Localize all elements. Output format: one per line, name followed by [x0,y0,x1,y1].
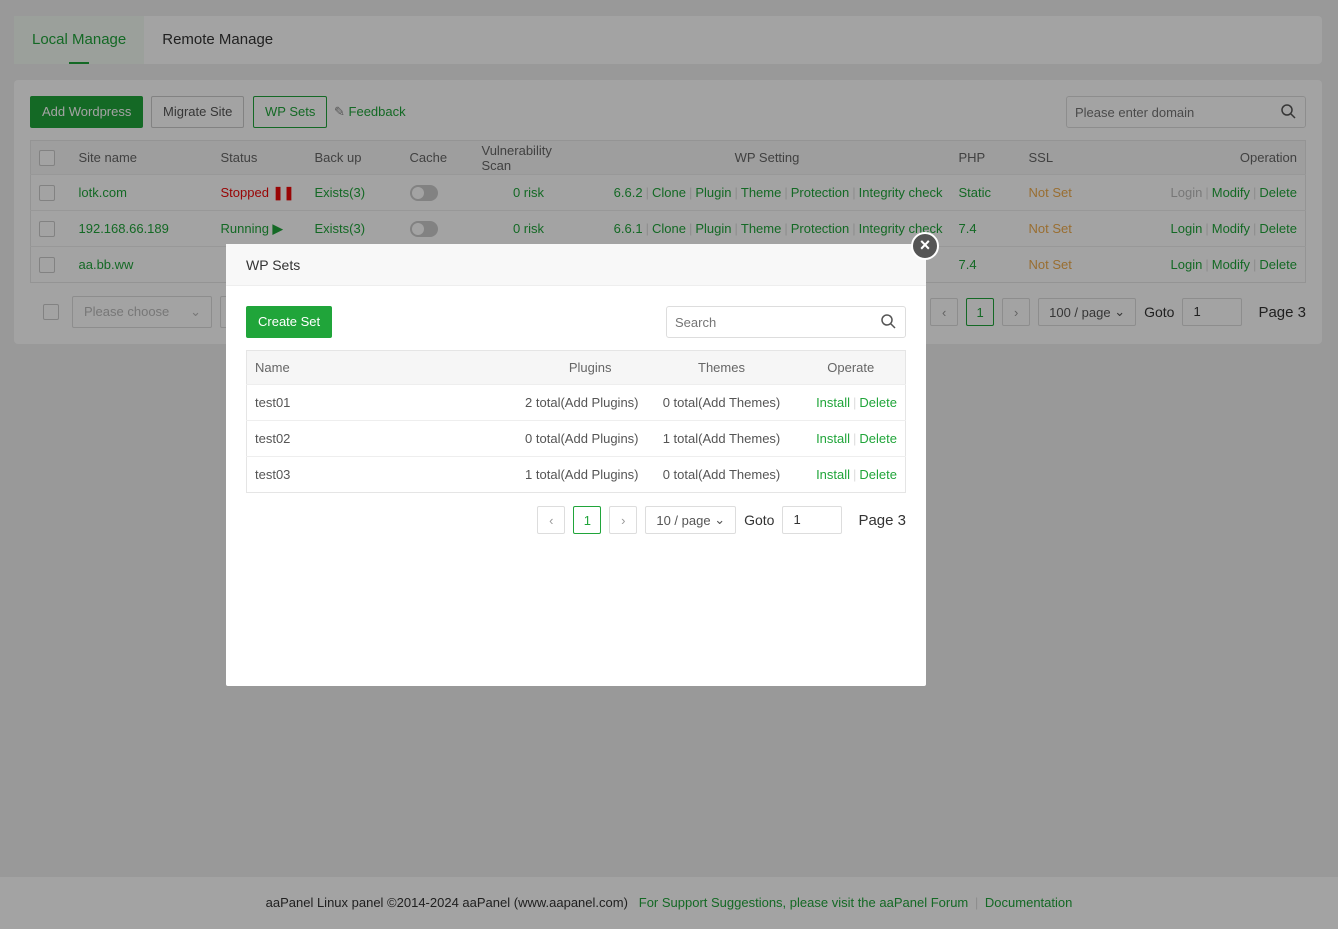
plugins-link[interactable]: 2 total(Add Plugins) [506,384,647,421]
delete-link[interactable]: Delete [859,431,897,446]
set-name: test02 [246,420,507,457]
set-search[interactable] [666,306,906,338]
sets-table: Name Plugins Themes Operate test01 2 tot… [246,350,906,493]
plugins-link[interactable]: 0 total(Add Plugins) [506,420,647,457]
goto-input[interactable]: 1 [782,506,843,534]
install-link[interactable]: Install [816,467,850,482]
col-themes: Themes [646,350,797,385]
set-name: test01 [246,384,507,421]
wp-sets-dialog: WP Sets × Create Set Name Plugins Themes… [226,232,939,686]
table-row: test02 0 total(Add Plugins) 1 total(Add … [246,420,906,457]
sets-pagination: ‹ 1 › 10 / page ⌄ Goto 1 Page 3 [537,506,906,534]
close-icon[interactable]: × [911,232,939,260]
col-name: Name [246,350,507,385]
col-plugins: Plugins [506,350,647,385]
page-count: Page 3 [858,511,906,529]
search-icon[interactable] [881,314,896,329]
plugins-link[interactable]: 1 total(Add Plugins) [506,456,647,493]
set-name: test03 [246,456,507,493]
per-page-select[interactable]: 10 / page ⌄ [645,506,737,534]
delete-link[interactable]: Delete [859,395,897,410]
table-header: Name Plugins Themes Operate [246,350,906,385]
per-page-value: 10 / page [656,512,711,528]
chevron-down-icon: ⌄ [714,512,726,527]
next-page-button[interactable]: › [609,506,638,534]
goto-label: Goto [744,512,775,528]
page-1-button[interactable]: 1 [573,506,602,534]
themes-link[interactable]: 0 total(Add Themes) [646,456,797,493]
col-operate: Operate [796,350,906,385]
dialog-title: WP Sets [226,244,926,286]
set-search-input[interactable] [667,307,870,337]
themes-link[interactable]: 0 total(Add Themes) [646,384,797,421]
create-set-button[interactable]: Create Set [246,306,333,338]
table-row: test01 2 total(Add Plugins) 0 total(Add … [246,384,906,421]
install-link[interactable]: Install [816,431,850,446]
delete-link[interactable]: Delete [859,467,897,482]
prev-page-button[interactable]: ‹ [537,506,566,534]
themes-link[interactable]: 1 total(Add Themes) [646,420,797,457]
install-link[interactable]: Install [816,395,850,410]
table-row: test03 1 total(Add Plugins) 0 total(Add … [246,456,906,493]
